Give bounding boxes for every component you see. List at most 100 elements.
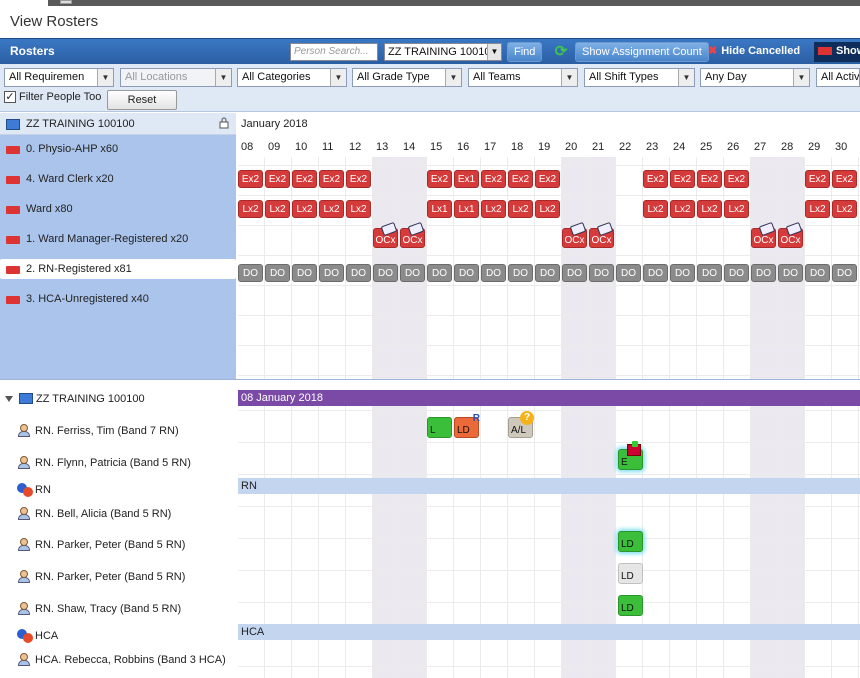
shift-block-ex2[interactable]: Ex2: [724, 170, 749, 188]
shift-block-do[interactable]: DO: [508, 264, 533, 282]
shift-block-ex2[interactable]: Ex2: [535, 170, 560, 188]
shift-block-lx2[interactable]: Lx2: [535, 200, 560, 218]
shift-ld-unassigned[interactable]: LD: [618, 563, 643, 584]
shift-block-do[interactable]: DO: [724, 264, 749, 282]
shift-block-ex2[interactable]: Ex2: [265, 170, 290, 188]
shift-block-ex2[interactable]: Ex2: [292, 170, 317, 188]
shift-block-do[interactable]: DO: [562, 264, 587, 282]
person-row-parker-1[interactable]: RN. Parker, Peter (Band 5 RN): [0, 534, 236, 556]
shift-block-do[interactable]: DO: [697, 264, 722, 282]
person-row-parker-2[interactable]: RN. Parker, Peter (Band 5 RN): [0, 566, 236, 588]
shift-block-do[interactable]: DO: [346, 264, 371, 282]
shift-block-do[interactable]: DO: [589, 264, 614, 282]
categories-filter[interactable]: All Categories ▼: [237, 68, 347, 87]
shift-block-do[interactable]: DO: [778, 264, 803, 282]
shift-block-do[interactable]: DO: [373, 264, 398, 282]
shift-block-do[interactable]: DO: [427, 264, 452, 282]
lock-icon[interactable]: [219, 117, 229, 129]
shift-block-ex2[interactable]: Ex2: [481, 170, 506, 188]
shift-block-lx2[interactable]: Lx2: [319, 200, 344, 218]
shift-block-ocx[interactable]: OCx: [373, 221, 398, 248]
group-hca[interactable]: 3. HCA-Unregistered x40: [0, 285, 236, 315]
shift-block-do[interactable]: DO: [805, 264, 830, 282]
shift-block-ex2[interactable]: Ex2: [508, 170, 533, 188]
group-ward-manager[interactable]: 1. Ward Manager-Registered x20: [0, 225, 236, 255]
shift-block-do[interactable]: DO: [643, 264, 668, 282]
unit-select[interactable]: ZZ TRAINING 10010 ▼: [384, 43, 502, 61]
checkbox-checked-icon[interactable]: ✓: [4, 91, 16, 104]
show-button[interactable]: Show: [814, 42, 860, 62]
shift-block-ex2[interactable]: Ex2: [346, 170, 371, 188]
shift-block-ex2[interactable]: Ex2: [805, 170, 830, 188]
shift-block-lx2[interactable]: Lx2: [697, 200, 722, 218]
shift-block-do[interactable]: DO: [238, 264, 263, 282]
shift-block-ex2[interactable]: Ex2: [643, 170, 668, 188]
top-unit-row[interactable]: ZZ TRAINING 100100: [0, 113, 236, 135]
reset-button[interactable]: Reset: [107, 90, 177, 110]
shift-l[interactable]: L: [427, 417, 452, 438]
person-row-bell[interactable]: RN. Bell, Alicia (Band 5 RN): [0, 503, 236, 525]
shift-block-ex2[interactable]: Ex2: [832, 170, 857, 188]
shift-block-ocx[interactable]: OCx: [589, 221, 614, 248]
collapse-icon[interactable]: [5, 396, 13, 402]
shift-block-do[interactable]: DO: [670, 264, 695, 282]
shift-ld[interactable]: LD R: [454, 413, 480, 438]
refresh-icon[interactable]: ⟳: [552, 43, 570, 61]
shift-block-lx2[interactable]: Lx2: [724, 200, 749, 218]
shift-block-ex2[interactable]: Ex2: [697, 170, 722, 188]
active-filter[interactable]: All Activ: [816, 68, 860, 87]
shift-block-lx2[interactable]: Lx2: [643, 200, 668, 218]
shift-block-ex2[interactable]: Ex2: [319, 170, 344, 188]
shift-block-ex1[interactable]: Ex1: [454, 170, 479, 188]
person-row-flynn[interactable]: RN. Flynn, Patricia (Band 5 RN): [0, 452, 236, 474]
shift-block-do[interactable]: DO: [292, 264, 317, 282]
shift-block-lx2[interactable]: Lx2: [481, 200, 506, 218]
shift-block-ocx[interactable]: OCx: [400, 221, 425, 248]
shift-block-do[interactable]: DO: [832, 264, 857, 282]
person-row-rebecca[interactable]: HCA. Rebecca, Robbins (Band 3 HCA): [0, 649, 236, 671]
shift-block-do[interactable]: DO: [265, 264, 290, 282]
shift-block-lx1[interactable]: Lx1: [427, 200, 452, 218]
hide-cancelled-button[interactable]: ✖ Hide Cancelled: [708, 44, 800, 57]
shift-block-lx2[interactable]: Lx2: [508, 200, 533, 218]
chevron-down-icon[interactable]: ▼: [487, 44, 501, 60]
shift-block-do[interactable]: DO: [616, 264, 641, 282]
day-filter[interactable]: Any Day ▼: [700, 68, 810, 87]
shift-types-filter[interactable]: All Shift Types ▼: [584, 68, 695, 87]
group-physio[interactable]: 0. Physio-AHP x60: [0, 135, 236, 165]
filter-people-checkbox[interactable]: ✓ Filter People Too: [4, 91, 101, 104]
group-ward[interactable]: Ward x80: [0, 195, 236, 225]
shift-block-lx2[interactable]: Lx2: [346, 200, 371, 218]
shift-block-do[interactable]: DO: [481, 264, 506, 282]
shift-block-do[interactable]: DO: [454, 264, 479, 282]
shift-block-lx2[interactable]: Lx2: [238, 200, 263, 218]
show-assignment-count-button[interactable]: Show Assignment Count: [575, 42, 709, 62]
shift-block-lx2[interactable]: Lx2: [292, 200, 317, 218]
shift-block-ex2[interactable]: Ex2: [670, 170, 695, 188]
grade-type-filter[interactable]: All Grade Type ▼: [352, 68, 462, 87]
shift-block-ex2[interactable]: Ex2: [427, 170, 452, 188]
find-button[interactable]: Find: [507, 42, 543, 62]
shift-block-lx2[interactable]: Lx2: [832, 200, 857, 218]
role-row-hca[interactable]: HCA: [0, 626, 236, 644]
shift-block-do[interactable]: DO: [751, 264, 776, 282]
teams-filter[interactable]: All Teams ▼: [468, 68, 578, 87]
shift-block-lx2[interactable]: Lx2: [670, 200, 695, 218]
shift-block-lx2[interactable]: Lx2: [805, 200, 830, 218]
group-rn-registered[interactable]: 2. RN-Registered x81: [0, 259, 236, 279]
shift-ld[interactable]: LD: [618, 531, 643, 552]
shift-block-do[interactable]: DO: [400, 264, 425, 282]
shift-block-lx1[interactable]: Lx1: [454, 200, 479, 218]
shift-e[interactable]: E: [618, 441, 643, 470]
shift-block-ex2[interactable]: Ex2: [238, 170, 263, 188]
shift-annual-leave[interactable]: A/L?: [508, 411, 534, 438]
person-row-ferriss[interactable]: RN. Ferriss, Tim (Band 7 RN): [0, 420, 236, 442]
shift-block-ocx[interactable]: OCx: [778, 221, 803, 248]
person-search-input[interactable]: Person Search...: [290, 43, 378, 61]
shift-block-do[interactable]: DO: [319, 264, 344, 282]
shift-ld[interactable]: LD: [618, 595, 643, 616]
person-row-shaw[interactable]: RN. Shaw, Tracy (Band 5 RN): [0, 598, 236, 620]
shift-block-ocx[interactable]: OCx: [751, 221, 776, 248]
shift-block-lx2[interactable]: Lx2: [265, 200, 290, 218]
role-row-rn[interactable]: RN: [0, 480, 236, 498]
